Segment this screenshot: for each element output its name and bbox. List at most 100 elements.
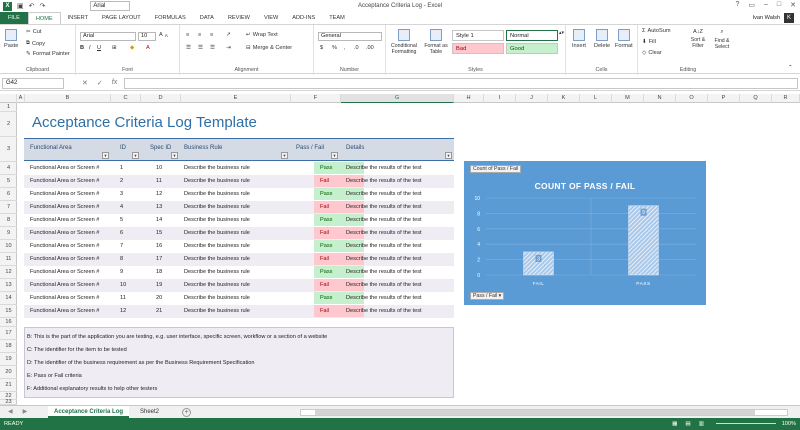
indent-icon[interactable]: ⇥ [226, 45, 231, 51]
row-header[interactable]: 7 [0, 201, 17, 214]
table-row[interactable]: Functional Area or Screen # 1 10 Describ… [24, 162, 454, 175]
align-top-icon[interactable]: ≡ [186, 32, 189, 38]
column-header[interactable]: F [291, 94, 341, 103]
row-header[interactable]: 9 [0, 227, 17, 240]
align-bottom-icon[interactable]: ≡ [210, 32, 213, 38]
row-header[interactable]: 6 [0, 188, 17, 201]
sheet-tab-sheet2[interactable]: Sheet2 [134, 406, 165, 418]
sort-filter-button[interactable]: A↓Z Sort & Filter [686, 29, 710, 49]
tab-data[interactable]: DATA [193, 12, 221, 24]
close-icon[interactable]: ✕ [790, 1, 796, 9]
style-normal[interactable]: Normal [506, 30, 558, 41]
tab-formulas[interactable]: FORMULAS [148, 12, 193, 24]
column-header[interactable]: H [454, 94, 484, 103]
paste-button[interactable]: Paste [4, 29, 18, 49]
undo-icon[interactable]: ↶ [29, 2, 35, 10]
column-header[interactable]: N [644, 94, 676, 103]
clear-button[interactable]: ◇ Clear [642, 50, 662, 56]
font-size-select[interactable]: 10 [138, 32, 156, 41]
insert-cells-button[interactable]: Insert [572, 29, 586, 49]
tab-add-ins[interactable]: ADD-INS [285, 12, 322, 24]
formula-input[interactable] [124, 77, 798, 89]
font-color-icon[interactable]: A [146, 45, 150, 51]
table-row[interactable]: Functional Area or Screen # 6 15 Describ… [24, 227, 454, 240]
column-header[interactable]: D [141, 94, 181, 103]
font-name-select[interactable]: Arial [80, 32, 136, 41]
filter-dropdown-icon[interactable]: ▼ [132, 152, 139, 159]
row-header[interactable]: 19 [0, 353, 17, 366]
prev-sheet-icon[interactable]: ◀ [8, 408, 13, 415]
table-row[interactable]: Functional Area or Screen # 7 16 Describ… [24, 240, 454, 253]
cut-button[interactable]: ✂ Cut [26, 29, 41, 35]
row-header[interactable]: 13 [0, 279, 17, 292]
horizontal-scrollbar[interactable] [300, 409, 788, 416]
delete-cells-button[interactable]: Delete [594, 29, 610, 49]
redo-icon[interactable]: ↷ [40, 2, 46, 10]
italic-button[interactable]: I [89, 45, 91, 51]
decrease-decimal-icon[interactable]: .00 [366, 45, 374, 51]
tab-file[interactable]: FILE [0, 12, 28, 24]
scrollbar-thumb[interactable] [315, 410, 755, 415]
tab-review[interactable]: REVIEW [221, 12, 257, 24]
currency-icon[interactable]: $ [320, 45, 323, 51]
row-header[interactable]: 3 [0, 137, 17, 162]
maximize-icon[interactable]: □ [777, 1, 781, 9]
wrap-text-button[interactable]: ↵ Wrap Text [246, 32, 278, 38]
add-sheet-icon[interactable]: + [182, 408, 191, 417]
filter-dropdown-icon[interactable]: ▼ [281, 152, 288, 159]
column-header[interactable]: P [708, 94, 740, 103]
style-style1[interactable]: Style 1 [452, 30, 504, 41]
bold-button[interactable]: B [80, 45, 84, 51]
sheet-tab-acceptance[interactable]: Acceptance Criteria Log [48, 406, 130, 418]
row-header[interactable]: 18 [0, 340, 17, 353]
page-break-view-icon[interactable]: ▥ [699, 421, 704, 427]
orientation-icon[interactable]: ↗ [226, 32, 231, 38]
align-center-icon[interactable]: ☰ [198, 45, 203, 51]
normal-view-icon[interactable]: ▦ [672, 421, 677, 427]
autosum-button[interactable]: Σ AutoSum [642, 28, 670, 34]
table-row[interactable]: Functional Area or Screen # 12 21 Descri… [24, 305, 454, 318]
row-header[interactable]: 16 [0, 318, 17, 327]
user-account[interactable]: Ivan Walsh K [753, 13, 794, 23]
filter-dropdown-icon[interactable]: ▼ [171, 152, 178, 159]
cancel-icon[interactable]: ✕ [82, 79, 88, 87]
column-header[interactable]: R [772, 94, 800, 103]
style-bad[interactable]: Bad [452, 43, 504, 54]
zoom-slider[interactable] [716, 423, 776, 424]
row-header[interactable]: 20 [0, 366, 17, 379]
minimize-icon[interactable]: – [764, 1, 768, 9]
row-header[interactable]: 17 [0, 327, 17, 340]
grow-font-icon[interactable]: AA [159, 32, 168, 38]
column-header[interactable]: A [17, 94, 25, 103]
filter-dropdown-icon[interactable]: ▼ [331, 152, 338, 159]
styles-more-icon[interactable]: ▴▾ [559, 30, 564, 36]
row-header[interactable]: 15 [0, 305, 17, 318]
tab-page-layout[interactable]: PAGE LAYOUT [95, 12, 148, 24]
select-all-corner[interactable] [0, 94, 17, 103]
increase-decimal-icon[interactable]: .0 [354, 45, 359, 51]
row-header[interactable]: 4 [0, 162, 17, 175]
table-row[interactable]: Functional Area or Screen # 11 20 Descri… [24, 292, 454, 305]
row-header[interactable]: 12 [0, 266, 17, 279]
row-header[interactable]: 11 [0, 253, 17, 266]
align-right-icon[interactable]: ☰ [210, 45, 215, 51]
table-row[interactable]: Functional Area or Screen # 4 13 Describ… [24, 201, 454, 214]
table-row[interactable]: Functional Area or Screen # 9 18 Describ… [24, 266, 454, 279]
column-header[interactable]: G [341, 94, 454, 103]
row-header[interactable]: 14 [0, 292, 17, 305]
row-header[interactable]: 1 [0, 103, 17, 112]
save-icon[interactable]: ▣ [17, 2, 24, 10]
format-painter-button[interactable]: ✎ Format Painter [26, 51, 70, 57]
table-row[interactable]: Functional Area or Screen # 8 17 Describ… [24, 253, 454, 266]
chart-axis-field-button[interactable]: Pass / Fail ▾ [470, 292, 505, 300]
comma-icon[interactable]: , [344, 45, 346, 51]
find-select-button[interactable]: ⌕ Find & Select [710, 29, 734, 50]
format-cells-button[interactable]: Format [615, 29, 633, 49]
next-sheet-icon[interactable]: ▶ [23, 408, 28, 415]
tab-view[interactable]: VIEW [257, 12, 285, 24]
page-layout-view-icon[interactable]: ▤ [685, 421, 690, 427]
fill-button[interactable]: ⬇ Fill [642, 39, 656, 45]
column-header[interactable]: E [181, 94, 291, 103]
help-icon[interactable]: ? [735, 1, 739, 9]
qat-font-box[interactable]: Arial [90, 1, 131, 11]
